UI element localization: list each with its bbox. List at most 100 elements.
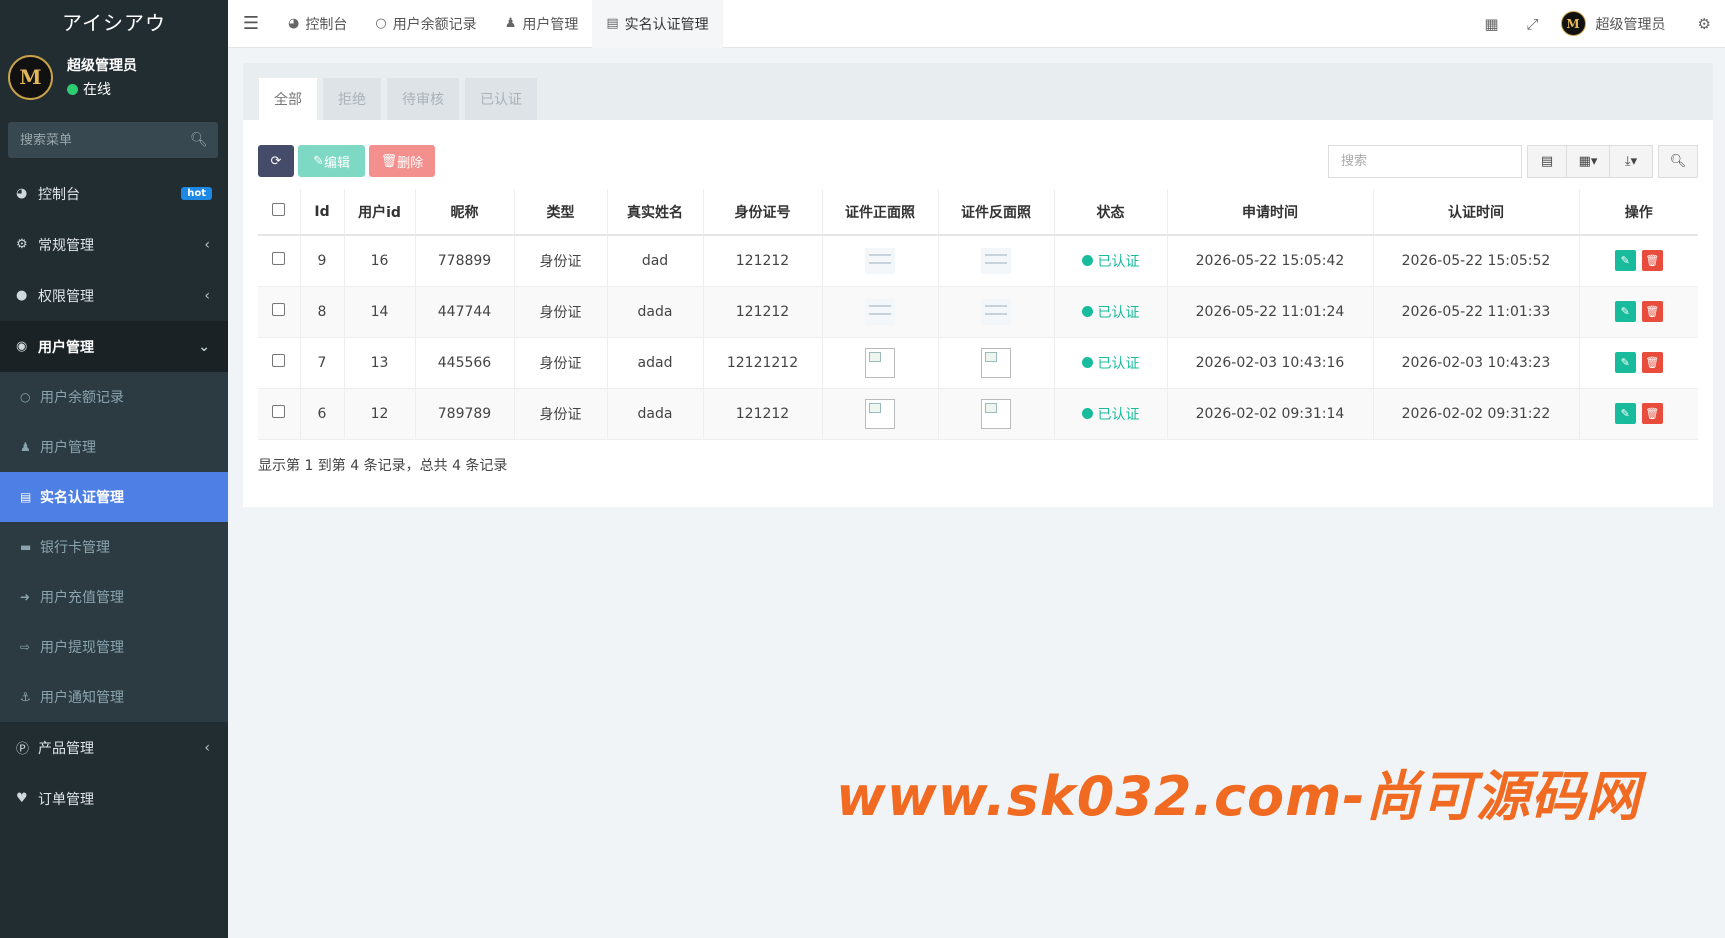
id-back-thumbnail[interactable] (981, 298, 1011, 325)
broken-image-icon[interactable] (865, 398, 895, 429)
cogs-icon: ⚙ (16, 237, 28, 252)
sidebar-item-label: 用户管理 (38, 339, 94, 356)
translate-icon[interactable]: ▦ (1470, 15, 1512, 33)
sidebar-item-products[interactable]: Ⓟ 产品管理 ‹ (0, 722, 228, 773)
tab-user-management[interactable]: ♟ 用户管理 (491, 0, 593, 48)
user-circle-icon: ◉ (16, 339, 28, 354)
search-icon[interactable]: 🔍︎ (1658, 145, 1698, 178)
columns-icon[interactable]: ▦▾ (1566, 145, 1610, 178)
fullscreen-icon[interactable]: ⤢ (1513, 15, 1553, 33)
tab-label: 用户管理 (522, 16, 579, 33)
row-delete-button[interactable]: 🗑︎ (1641, 352, 1663, 373)
row-delete-button[interactable]: 🗑︎ (1641, 403, 1663, 424)
cell-type: 身份证 (514, 388, 608, 440)
table-row[interactable]: 9 16 778899 身份证 dad 121212 已认证 2026-05-2… (258, 235, 1698, 287)
table-search-input[interactable] (1328, 145, 1522, 178)
id-front-thumbnail[interactable] (865, 247, 895, 274)
tab-pending[interactable]: 待审核 (387, 78, 459, 120)
sidebar-item-user-management[interactable]: ♟ 用户管理 (0, 422, 228, 472)
col-id-number[interactable]: 身份证号 (703, 189, 823, 236)
tab-rejected[interactable]: 拒绝 (323, 78, 381, 120)
cogs-icon[interactable]: ⚙ (1684, 15, 1725, 33)
sidebar-item-notice[interactable]: ⚓ 用户通知管理 (0, 672, 228, 722)
user-name: 超级管理员 (67, 58, 137, 74)
tab-label: 用户余额记录 (392, 16, 477, 33)
tab-all[interactable]: 全部 (259, 78, 317, 120)
sidebar-item-dashboard[interactable]: ◕ 控制台 hot (0, 168, 228, 219)
chevron-left-icon: ‹ (204, 236, 210, 253)
row-edit-button[interactable]: ✎ (1614, 301, 1636, 322)
row-delete-button[interactable]: 🗑︎ (1641, 301, 1663, 322)
cell-nickname: 789789 (415, 388, 515, 440)
col-user-id[interactable]: 用户id (344, 189, 416, 236)
cell-nickname: 447744 (415, 286, 515, 338)
sidebar-item-permissions[interactable]: ● 权限管理 ‹ (0, 270, 228, 321)
col-apply-time[interactable]: 申请时间 (1167, 189, 1374, 236)
refresh-button[interactable]: ⟳ (258, 145, 294, 177)
edit-button[interactable]: ✎ 编辑 (298, 145, 365, 177)
table-row[interactable]: 8 14 447744 身份证 dada 121212 已认证 2026-05-… (258, 286, 1698, 338)
cell-actions: ✎ 🗑︎ (1579, 337, 1698, 389)
menu-toggle-icon[interactable]: ☰ (228, 13, 274, 34)
cell-id-back (938, 286, 1055, 338)
cell-apply-time: 2026-02-02 09:31:14 (1167, 388, 1374, 440)
col-status[interactable]: 状态 (1054, 189, 1168, 236)
tab-balance-records[interactable]: ○ 用户余额记录 (361, 0, 490, 48)
avatar: M (1560, 11, 1586, 36)
broken-image-icon[interactable] (865, 347, 895, 378)
sidebar-item-balance-records[interactable]: ○ 用户余额记录 (0, 372, 228, 422)
select-all-checkbox[interactable] (272, 203, 286, 216)
cell-real-name: adad (607, 337, 704, 389)
row-edit-button[interactable]: ✎ (1614, 250, 1636, 272)
chevron-down-icon: ⌄ (198, 338, 210, 355)
sidebar-item-realname[interactable]: ▤ 实名认证管理 (0, 472, 228, 522)
row-checkbox[interactable] (272, 303, 286, 316)
row-select-cell (258, 337, 301, 389)
broken-image-icon[interactable] (981, 398, 1011, 429)
delete-button[interactable]: 🗑︎ 删除 (369, 145, 435, 177)
sidebar-item-general[interactable]: ⚙ 常规管理 ‹ (0, 219, 228, 270)
refresh-icon: ⟳ (270, 153, 282, 169)
table-row[interactable]: 7 13 445566 身份证 adad 12121212 已认证 2026-0… (258, 337, 1698, 389)
row-edit-button[interactable]: ✎ (1614, 403, 1636, 424)
col-real-name[interactable]: 真实姓名 (607, 189, 704, 236)
id-back-thumbnail[interactable] (981, 247, 1011, 274)
row-checkbox[interactable] (272, 252, 286, 266)
row-edit-button[interactable]: ✎ (1614, 352, 1636, 373)
col-id-back[interactable]: 证件反面照 (938, 189, 1055, 236)
table-row[interactable]: 6 12 789789 身份证 dada 121212 已认证 2026-02-… (258, 388, 1698, 440)
export-icon[interactable]: ⤓▾ (1609, 145, 1653, 178)
cell-id: 7 (300, 337, 345, 389)
sidebar-item-orders[interactable]: ♥ 订单管理 (0, 773, 228, 824)
row-delete-button[interactable]: 🗑︎ (1641, 250, 1663, 272)
tab-verified[interactable]: 已认证 (465, 78, 537, 120)
sidebar-search-input[interactable] (20, 132, 190, 148)
sidebar-item-users[interactable]: ◉ 用户管理 ⌄ (0, 321, 228, 372)
col-id[interactable]: Id (300, 189, 345, 236)
toggle-view-icon[interactable]: ▤ (1527, 145, 1567, 178)
id-front-thumbnail[interactable] (865, 298, 895, 325)
col-nickname[interactable]: 昵称 (415, 189, 515, 236)
status-dot-icon (1081, 306, 1093, 317)
avatar: M (8, 54, 53, 100)
search-icon[interactable]: 🔍︎ (190, 132, 208, 148)
row-checkbox[interactable] (272, 405, 286, 418)
col-cert-time[interactable]: 认证时间 (1373, 189, 1580, 236)
sidebar-item-withdraw[interactable]: ⇨ 用户提现管理 (0, 622, 228, 672)
col-type[interactable]: 类型 (514, 189, 608, 236)
sidebar-item-bankcard[interactable]: ▬ 银行卡管理 (0, 522, 228, 572)
tab-dashboard[interactable]: ◕ 控制台 (274, 0, 361, 48)
brand-title[interactable]: アイシアウ (0, 0, 228, 46)
cell-id: 8 (300, 286, 345, 338)
cell-id-front (822, 388, 939, 440)
row-checkbox[interactable] (272, 354, 286, 367)
status-badge: 已认证 (1081, 302, 1140, 322)
tab-label: 控制台 (305, 16, 348, 33)
sidebar-item-recharge[interactable]: ➜ 用户充值管理 (0, 572, 228, 622)
cell-cert-time: 2026-02-02 09:31:22 (1373, 388, 1580, 440)
top-user-menu[interactable]: M 超级管理员 (1553, 11, 1684, 36)
pencil-icon: ✎ (313, 153, 324, 169)
tab-realname[interactable]: ▤ 实名认证管理 (592, 0, 723, 48)
broken-image-icon[interactable] (981, 347, 1011, 378)
col-id-front[interactable]: 证件正面照 (822, 189, 939, 236)
